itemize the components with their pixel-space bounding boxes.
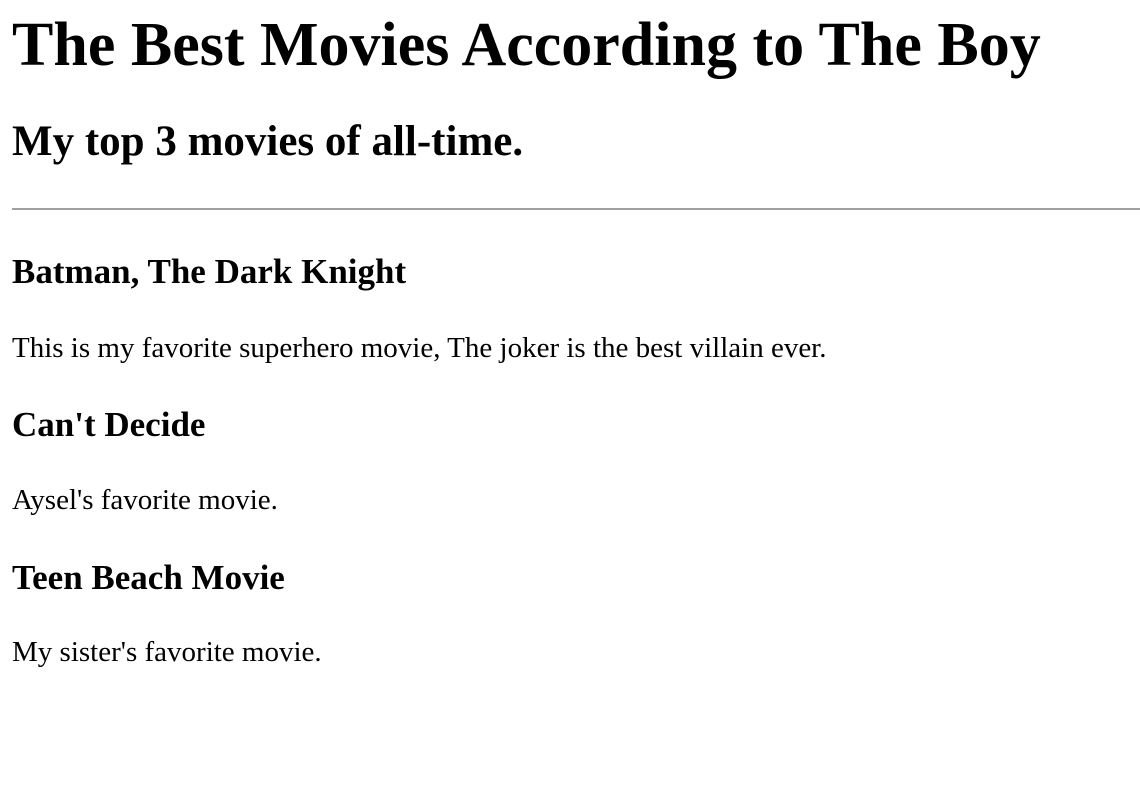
movie-title-2: Can't Decide xyxy=(12,405,206,444)
movie-description-3: My sister's favorite movie. xyxy=(12,636,322,668)
movie-description-2: Aysel's favorite movie. xyxy=(12,484,278,516)
page-subtitle: My top 3 movies of all-time. xyxy=(12,118,524,165)
page-content: The Best Movies According to The Boy My … xyxy=(0,14,1140,667)
movie-title-1: Batman, The Dark Knight xyxy=(12,252,407,291)
movie-description-1: This is my favorite superhero movie, The… xyxy=(12,332,827,364)
page-title: The Best Movies According to The Boy xyxy=(12,11,1041,79)
divider xyxy=(12,208,1140,210)
movie-title-3: Teen Beach Movie xyxy=(12,558,285,597)
